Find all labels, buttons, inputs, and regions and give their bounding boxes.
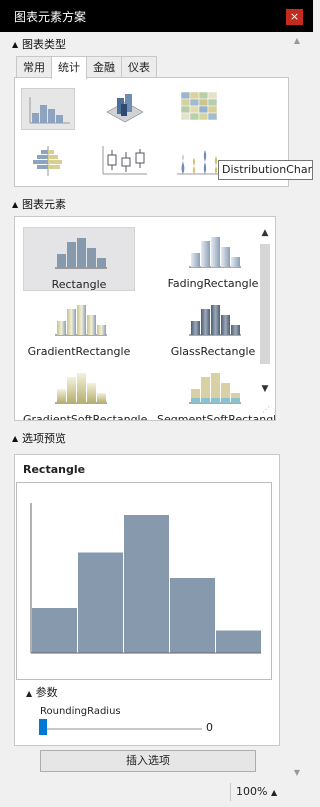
panel-scrollbar[interactable]: ▲ ▼ [290,34,304,780]
histogram-bar [32,608,77,653]
tab-finance[interactable]: 金融 [86,56,122,78]
status-bar: 100% ▲ [0,781,313,807]
population-pyramid-icon[interactable] [21,140,75,182]
element-glass-rectangle[interactable]: GlassRectangle [157,295,269,359]
chart-category-tabs: 常用 统计 金融 仪表 [16,56,157,79]
element-label: GlassRectangle [170,345,256,358]
zoom-level-text: 100% [236,785,268,798]
collapse-caret-icon: ▲ [12,434,19,443]
panel-scroll-down-icon[interactable]: ▼ [290,768,304,777]
element-segment-soft-rectangle[interactable]: SegmentSoftRectangle [157,363,276,421]
tab-common[interactable]: 常用 [16,56,52,78]
parameter-value: 0 [206,721,213,734]
zoom-level[interactable]: 100% ▲ [236,785,277,798]
preview-title: Rectangle [23,463,86,476]
histogram-chart-icon[interactable] [21,88,75,130]
zoom-up-icon[interactable]: ▲ [271,788,277,797]
element-label: SegmentSoftRectangle [157,413,276,421]
elements-scrollbar[interactable]: ▲ ▼ [258,226,272,416]
option-preview-section-header[interactable]: ▲ 选项预览 [12,430,287,446]
element-label: Rectangle [51,278,107,291]
element-rectangle[interactable]: Rectangle [23,227,135,291]
collapse-caret-icon: ▲ [12,200,19,209]
slider-thumb[interactable] [39,719,47,735]
chart-type-section-title: 图表类型 [22,38,66,51]
parameter-label: RoundingRadius [40,706,121,717]
element-label: FadingRectangle [167,277,259,290]
collapse-caret-icon: ▲ [12,40,19,49]
histogram-bar [170,578,215,653]
preview-chart-svg [30,503,261,654]
rounding-radius-slider[interactable] [42,728,202,730]
histogram-bar [216,630,261,653]
scroll-thumb[interactable] [260,244,270,364]
window-title: 图表元素方案 [14,10,87,24]
element-gradient-rectangle[interactable]: GradientRectangle [23,295,135,359]
preview-chart [16,482,272,680]
chart-elements-list: Rectangle FadingRectangle GradientRectan… [14,216,276,421]
chart-elements-section-title: 图表元素 [22,198,66,211]
heatmap-chart-icon[interactable] [173,86,227,128]
insert-option-button[interactable]: 插入选项 [40,750,256,772]
title-bar: 图表元素方案 × [0,0,313,32]
parameters-title: 参数 [35,686,58,699]
resize-grip-icon[interactable]: ⋰ [262,405,270,414]
3d-bar-chart-icon[interactable] [97,86,151,128]
element-gradient-soft-rectangle[interactable]: GradientSoftRectangle [23,363,148,421]
scroll-up-icon[interactable]: ▲ [258,228,272,240]
status-divider [230,783,231,801]
element-label: GradientSoftRectangle [23,413,148,421]
close-button[interactable]: × [286,9,303,25]
panel-scroll-up-icon[interactable]: ▲ [290,36,304,45]
parameters-header[interactable]: ▲ 参数 [26,684,58,700]
chart-type-section-header[interactable]: ▲ 图表类型 [12,36,287,52]
element-label: GradientRectangle [27,345,131,358]
option-preview-section-title: 选项预览 [22,432,66,445]
histogram-bar [78,552,123,653]
boxplot-chart-icon[interactable] [97,140,151,182]
collapse-caret-icon: ▲ [26,689,33,698]
histogram-bar [124,515,169,653]
chart-elements-section-header[interactable]: ▲ 图表元素 [12,196,287,212]
tab-gauge[interactable]: 仪表 [121,56,157,78]
scroll-down-icon[interactable]: ▼ [258,384,272,396]
element-fading-rectangle[interactable]: FadingRectangle [157,227,269,291]
tab-statistics[interactable]: 统计 [51,56,87,79]
